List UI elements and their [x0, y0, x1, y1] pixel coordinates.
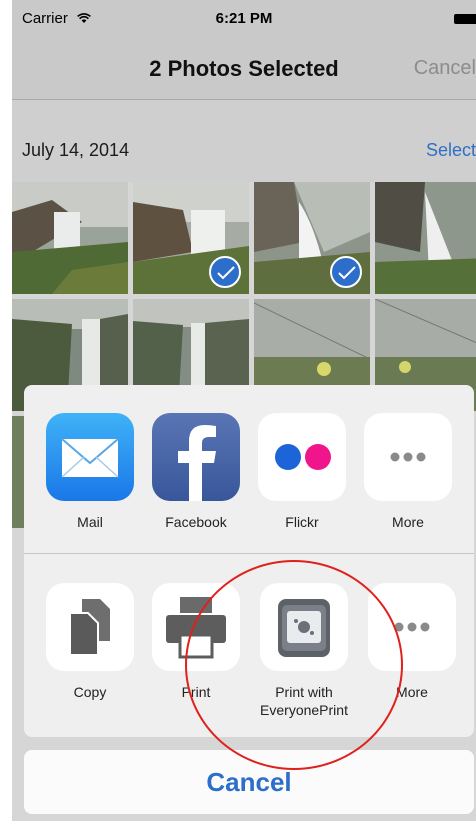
action-label: Copy	[73, 684, 107, 700]
photo-thumbnail[interactable]	[133, 182, 249, 294]
action-more[interactable]: More	[364, 583, 460, 701]
selected-checkmark-icon	[330, 256, 362, 288]
action-copy[interactable]: Copy	[42, 583, 138, 701]
page-title: 2 Photos Selected	[149, 56, 339, 81]
waterfall-photo	[12, 182, 128, 294]
action-label: More	[396, 684, 428, 700]
share-row-divider	[24, 553, 474, 554]
action-label: Print	[181, 684, 211, 700]
action-print[interactable]: Print	[148, 583, 244, 701]
flickr-icon	[258, 413, 346, 501]
share-app-flickr[interactable]: Flickr	[254, 413, 350, 531]
selected-checkmark-icon	[209, 256, 241, 288]
share-app-label: Mail	[77, 514, 103, 530]
share-cancel-button[interactable]: Cancel	[24, 750, 474, 814]
battery-icon	[454, 14, 476, 24]
share-app-more[interactable]: More	[360, 413, 456, 531]
more-icon	[364, 413, 452, 501]
share-app-label: Facebook	[165, 514, 227, 530]
copy-icon	[46, 583, 134, 671]
photo-thumbnail[interactable]	[12, 182, 128, 294]
photo-thumbnail[interactable]	[375, 182, 476, 294]
status-bar: Carrier 6:21 PM	[12, 0, 476, 40]
photo-thumbnail[interactable]	[254, 182, 370, 294]
select-button[interactable]: Select	[426, 140, 476, 161]
phone-screen: Carrier 6:21 PM 2 Photos Selected Cancel…	[12, 0, 476, 821]
action-label: Print with EveryonePrint	[260, 684, 348, 718]
waterfall-photo	[375, 182, 476, 294]
share-sheet: Mail Facebook Flickr More Copy Print Pri…	[24, 385, 474, 737]
share-app-label: More	[392, 514, 424, 530]
mail-icon	[46, 413, 134, 501]
facebook-icon	[152, 413, 240, 501]
date-section-header: July 14, 2014 Select	[12, 100, 476, 182]
cancel-selection-button[interactable]: Cancel	[414, 57, 476, 80]
navigation-bar: 2 Photos Selected Cancel	[12, 40, 476, 100]
share-app-mail[interactable]: Mail	[42, 413, 138, 531]
share-app-label: Flickr	[285, 514, 319, 530]
action-print-with-everyoneprint[interactable]: Print with EveryonePrint	[254, 583, 354, 719]
share-app-facebook[interactable]: Facebook	[148, 413, 244, 531]
more-icon	[368, 583, 456, 671]
everyoneprint-icon	[260, 583, 348, 671]
clock-time: 6:21 PM	[215, 10, 273, 27]
section-date: July 14, 2014	[22, 140, 130, 160]
printer-icon	[152, 583, 240, 671]
